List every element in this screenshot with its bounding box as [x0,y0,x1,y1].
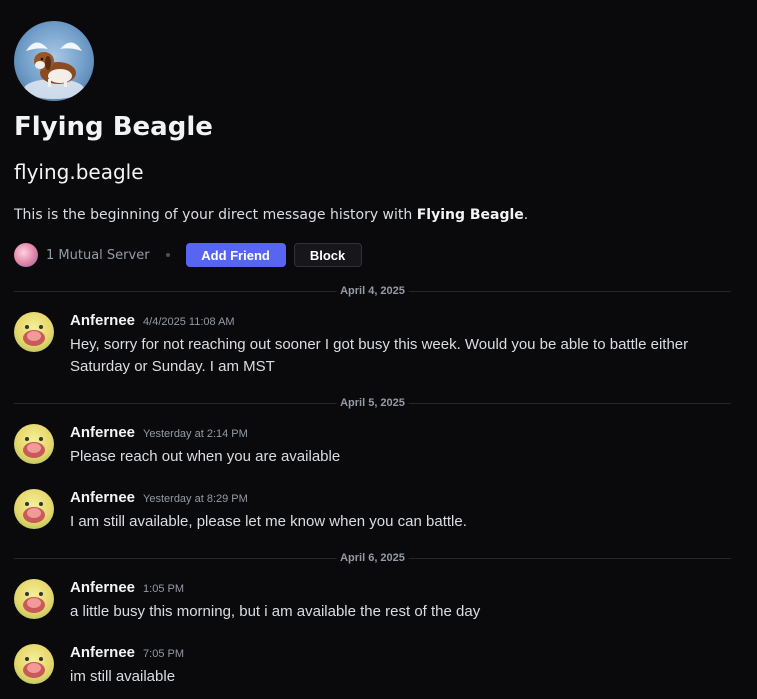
message-item[interactable]: Anfernee Yesterday at 2:14 PM Please rea… [14,424,734,468]
dm-intro-text: This is the beginning of your direct mes… [14,207,528,223]
profile-username: flying.beagle [14,160,144,184]
beagle-avatar-icon [24,42,84,99]
message-author[interactable]: Anfernee [70,644,135,661]
profile-avatar[interactable] [14,21,94,101]
date-divider: April 4, 2025 [14,284,731,298]
intro-prefix: This is the beginning of your direct mes… [14,207,417,223]
message-header: Anfernee Yesterday at 2:14 PM [70,424,248,441]
date-divider-label: April 6, 2025 [336,551,409,565]
message-header: Anfernee Yesterday at 8:29 PM [70,489,248,506]
message-author[interactable]: Anfernee [70,579,135,596]
user-avatar-icon [23,502,45,523]
message-timestamp: 1:05 PM [143,583,184,595]
user-avatar-icon [23,592,45,613]
user-avatar[interactable] [14,312,54,352]
date-divider: April 6, 2025 [14,551,731,565]
user-avatar[interactable] [14,489,54,529]
profile-display-name: Flying Beagle [14,112,213,142]
profile-actions: 1 Mutual Server Add Friend Block [14,242,362,268]
user-avatar-icon [23,437,45,458]
user-avatar[interactable] [14,424,54,464]
message-timestamp: 4/4/2025 11:08 AM [143,316,235,328]
message-text: Please reach out when you are available [70,448,341,465]
date-divider-label: April 5, 2025 [336,396,409,410]
message-text: Hey, sorry for not reaching out sooner I… [70,336,689,375]
user-avatar[interactable] [14,579,54,619]
message-author[interactable]: Anfernee [70,424,135,441]
user-avatar[interactable] [14,644,54,684]
message-author[interactable]: Anfernee [70,489,135,506]
intro-suffix: . [523,207,529,223]
message-header: Anfernee 4/4/2025 11:08 AM [70,312,235,329]
message-text: a little busy this morning, but i am ava… [70,603,481,620]
dm-channel-view: Flying Beagle flying.beagle This is the … [0,0,757,699]
message-timestamp: Yesterday at 2:14 PM [143,428,248,440]
intro-name: Flying Beagle [416,207,524,223]
message-item[interactable]: Anfernee 1:05 PM a little busy this morn… [14,579,734,623]
mutual-servers-link[interactable]: 1 Mutual Server [46,248,150,263]
message-item[interactable]: Anfernee 4/4/2025 11:08 AM Hey, sorry fo… [14,312,734,375]
user-avatar-icon [23,657,45,678]
message-header: Anfernee 7:05 PM [70,644,184,661]
message-timestamp: Yesterday at 8:29 PM [143,493,248,505]
message-text: im still available [70,668,176,685]
mutual-server-icon[interactable] [14,243,38,267]
user-avatar-icon [23,325,45,346]
block-button[interactable]: Block [293,243,362,267]
date-divider: April 5, 2025 [14,396,731,410]
message-timestamp: 7:05 PM [143,648,184,660]
message-item[interactable]: Anfernee Yesterday at 8:29 PM I am still… [14,489,734,533]
message-item[interactable]: Anfernee 7:05 PM im still available [14,644,734,688]
message-author[interactable]: Anfernee [70,312,135,329]
message-header: Anfernee 1:05 PM [70,579,184,596]
message-text: I am still available, please let me know… [70,513,467,530]
date-divider-label: April 4, 2025 [336,284,409,298]
separator-dot [165,253,170,257]
add-friend-button[interactable]: Add Friend [185,243,286,267]
